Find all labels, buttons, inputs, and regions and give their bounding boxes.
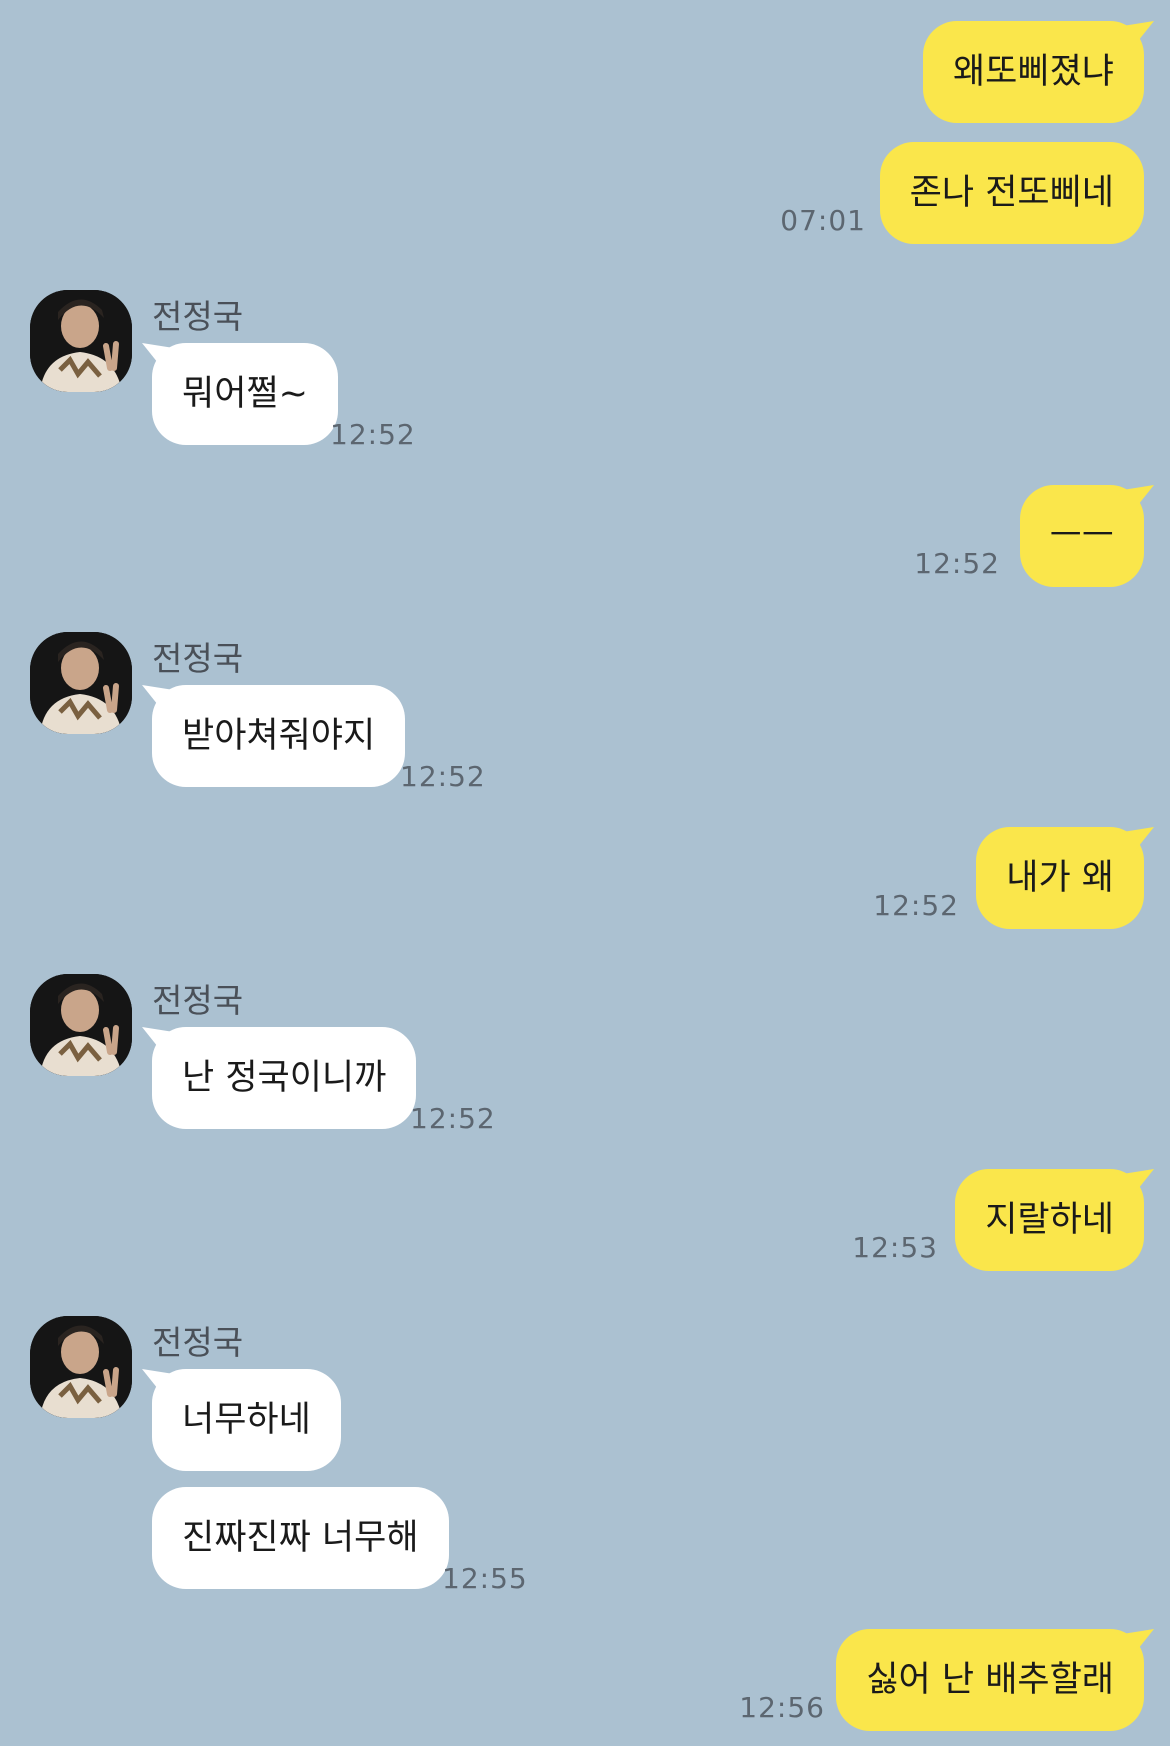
avatar-photo-icon [30, 632, 132, 734]
message-text: 너무하네 [182, 1400, 311, 1440]
my-message-bubble[interactable]: 왜또삐졌냐 [922, 21, 1144, 123]
message-time: 12:52 [400, 760, 486, 793]
message-text: 싫어 난 배추할래 [866, 1660, 1114, 1700]
my-message-bubble[interactable]: 존나 전또삐네 [879, 142, 1144, 244]
message-time: 12:52 [330, 418, 416, 451]
message-time: 12:53 [852, 1231, 938, 1264]
bubble-tail [142, 1369, 180, 1399]
message-text: 받아쳐줘야지 [182, 716, 376, 756]
avatar-photo-icon [30, 1316, 132, 1418]
message-text: 왜또삐졌냐 [952, 52, 1114, 92]
bubble-tail [142, 343, 180, 373]
their-message-bubble[interactable]: 진짜진짜 너무해 [152, 1487, 449, 1589]
contact-avatar[interactable] [30, 1316, 132, 1418]
their-message-bubble[interactable]: 난 정국이니까 [152, 1027, 417, 1129]
bubble-tail [142, 685, 180, 715]
message-text: 존나 전또삐네 [909, 173, 1114, 213]
chat-area[interactable]: 왜또삐졌냐 존나 전또삐네 07:01 전정국 뭐어쩔~ 12:52 ㅡㅡ 12… [0, 0, 1170, 1746]
avatar-photo-icon [30, 290, 132, 392]
contact-avatar[interactable] [30, 974, 132, 1076]
bubble-tail [142, 1027, 180, 1057]
their-message-bubble[interactable]: 받아쳐줘야지 [152, 685, 406, 787]
bubble-tail [1116, 1169, 1154, 1199]
message-text: 내가 왜 [1006, 858, 1114, 898]
bubble-tail [1116, 485, 1154, 515]
message-text: 뭐어쩔~ [182, 374, 308, 414]
their-message-bubble[interactable]: 너무하네 [152, 1369, 341, 1471]
my-message-bubble[interactable]: 싫어 난 배추할래 [836, 1629, 1144, 1731]
message-time: 12:56 [739, 1691, 825, 1724]
sender-name: 전정국 [152, 639, 244, 678]
bubble-tail [1116, 21, 1154, 51]
message-time: 12:52 [873, 889, 959, 922]
message-text: 지랄하네 [985, 1200, 1114, 1240]
message-text: ㅡㅡ [1049, 516, 1114, 556]
message-time: 12:55 [442, 1562, 528, 1595]
sender-name: 전정국 [152, 297, 244, 336]
sender-name: 전정국 [152, 981, 244, 1020]
message-time: 07:01 [780, 204, 866, 237]
bubble-tail [1116, 1629, 1154, 1659]
contact-avatar[interactable] [30, 632, 132, 734]
message-text: 진짜진짜 너무해 [182, 1518, 419, 1558]
bubble-tail [1116, 827, 1154, 857]
message-text: 난 정국이니까 [182, 1058, 387, 1098]
contact-avatar[interactable] [30, 290, 132, 392]
message-time: 12:52 [914, 547, 1000, 580]
avatar-photo-icon [30, 974, 132, 1076]
sender-name: 전정국 [152, 1323, 244, 1362]
message-time: 12:52 [410, 1102, 496, 1135]
